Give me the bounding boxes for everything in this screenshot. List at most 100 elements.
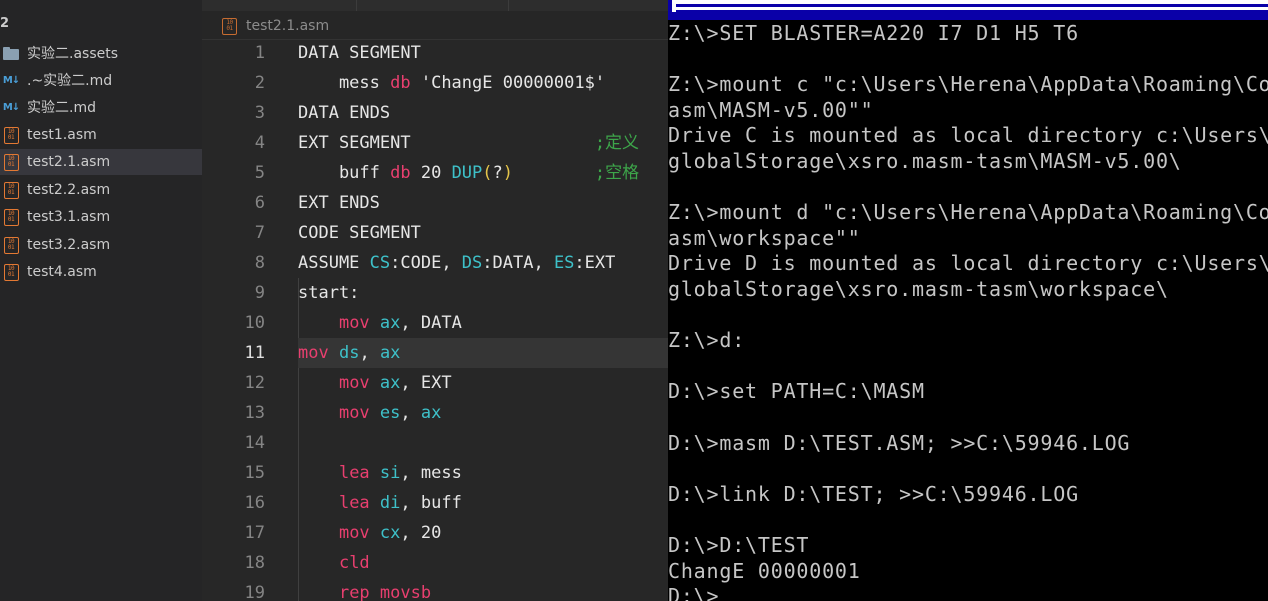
code-token: CODE SEGMENT <box>298 223 421 243</box>
code-token: , DATA <box>400 313 462 333</box>
sidebar-file-item[interactable]: 10 01 test4.asm <box>0 259 202 285</box>
dos-output-line: asm\workspace"" <box>668 225 861 250</box>
code-token: di <box>379 493 401 513</box>
sidebar-file-item[interactable]: 实验二.assets <box>0 40 202 66</box>
code-token: cx <box>379 523 401 543</box>
code-text: mov ax, DATA <box>298 308 462 338</box>
asm-file-icon-glyph: 10 01 <box>7 182 15 196</box>
sidebar-file-label: test3.2.asm <box>27 237 111 253</box>
line-number: 12 <box>244 373 265 393</box>
sidebar-file-label: test2.1.asm <box>27 154 111 170</box>
sidebar-file-item[interactable]: 10 01 test2.1.asm <box>0 149 202 175</box>
asm-file-icon: 10 01 <box>222 17 237 35</box>
code-token: , 20 <box>400 523 442 543</box>
code-line[interactable]: 2 mess db 'ChangE 00000001$' <box>202 68 668 98</box>
code-line[interactable]: 5 buff db 20 DUP(?) ;空格 <box>202 158 668 188</box>
line-number: 1 <box>254 43 265 63</box>
explorer-folder-header[interactable]: 2 <box>0 16 9 34</box>
code-line[interactable]: 6 EXT ENDS <box>202 188 668 218</box>
code-token: mov <box>298 343 329 363</box>
code-token: db <box>390 163 411 183</box>
sidebar-file-item[interactable]: 10 01 test3.1.asm <box>0 204 202 230</box>
dosbox-terminal[interactable]: Z:\>SET BLASTER=A220 I7 D1 H5 T6 Z:\>moun… <box>668 0 1268 601</box>
code-token: lea <box>338 493 370 513</box>
line-number: 7 <box>254 223 265 243</box>
sidebar-file-item[interactable]: 10 01 test1.asm <box>0 122 202 148</box>
code-line[interactable]: 14 <box>202 428 668 458</box>
code-token: :DATA, <box>482 253 554 273</box>
code-line[interactable]: 10 mov ax, DATA <box>202 308 668 338</box>
code-line[interactable]: 19 rep movsb <box>202 578 668 601</box>
asm-file-icon-shape: 10 01 <box>3 263 19 281</box>
code-line[interactable]: 9 start: <box>202 278 668 308</box>
code-line[interactable]: 3 DATA ENDS <box>202 98 668 128</box>
sidebar-file-item[interactable]: 10 01 test2.2.asm <box>0 177 202 203</box>
code-line[interactable]: 17 mov cx, 20 <box>202 518 668 548</box>
code-text: lea si, mess <box>298 458 462 488</box>
folder-icon-shape <box>3 46 19 60</box>
code-token: ;定义 <box>410 133 640 153</box>
code-text: mov ax, EXT <box>298 368 452 398</box>
asm-file-icon-shape: 10 01 <box>3 181 19 199</box>
line-number: 19 <box>244 583 265 601</box>
code-token: ) <box>502 163 514 183</box>
code-token: si <box>379 463 401 483</box>
code-line[interactable]: 4 EXT SEGMENT ;定义 <box>202 128 668 158</box>
code-token: ASSUME <box>298 253 370 273</box>
code-line[interactable]: 7 CODE SEGMENT <box>202 218 668 248</box>
code-token: ES <box>553 253 575 273</box>
title-bar-frame <box>672 0 676 12</box>
sidebar-file-label: 实验二.md <box>27 100 96 116</box>
code-token: start: <box>298 283 360 303</box>
asm-file-icon: 10 01 <box>2 181 20 199</box>
sidebar-file-item[interactable]: 10 01 test3.2.asm <box>0 232 202 258</box>
code-line[interactable]: 15 lea si, mess <box>202 458 668 488</box>
sidebar-file-label: test4.asm <box>27 264 97 280</box>
dos-output-line: Z:\>SET BLASTER=A220 I7 D1 H5 T6 <box>668 21 1079 45</box>
code-line[interactable]: 16 lea di, buff <box>202 488 668 518</box>
line-number: 4 <box>254 133 265 153</box>
code-editor: 10 01 test2.1.asm 1 DATA SEGMENT 2 mess db… <box>202 0 668 601</box>
asm-file-icon-shape: 10 01 <box>3 236 19 254</box>
code-token: , mess <box>400 463 462 483</box>
code-area[interactable]: 1 DATA SEGMENT 2 mess db 'ChangE 00000001$… <box>202 38 668 601</box>
breadcrumb-file[interactable]: 10 01 test2.1.asm <box>222 16 329 36</box>
sidebar-file-item[interactable]: M↓ .~实验二.md <box>0 67 202 93</box>
asm-file-icon-glyph: 10 01 <box>226 18 233 32</box>
code-token: EXT ENDS <box>298 193 380 213</box>
dos-output-line: Z:\>d: <box>668 328 746 353</box>
code-line[interactable]: 13 mov es, ax <box>202 398 668 428</box>
line-number: 15 <box>244 463 265 483</box>
asm-file-icon-shape: 10 01 <box>3 126 19 144</box>
code-token: ax <box>379 343 401 363</box>
title-bar-frame <box>672 0 1268 4</box>
code-text: EXT SEGMENT ;定义 <box>298 128 639 158</box>
code-token: mov <box>338 373 370 393</box>
sidebar-file-label: test3.1.asm <box>27 209 111 225</box>
code-line[interactable]: 8 ASSUME CS:CODE, DS:DATA, ES:EXT <box>202 248 668 278</box>
code-text: CODE SEGMENT <box>298 218 421 248</box>
code-token: ds <box>338 343 360 363</box>
code-text: DATA ENDS <box>298 98 390 128</box>
code-line-current[interactable]: 11 mov ds, ax <box>245 338 668 368</box>
sidebar-file-item[interactable]: M↓ 实验二.md <box>0 94 202 120</box>
code-token: DATA ENDS <box>298 103 391 123</box>
code-line[interactable]: 12 mov ax, EXT <box>202 368 668 398</box>
code-line[interactable]: 18 cld <box>202 548 668 578</box>
code-line[interactable]: 1 DATA SEGMENT <box>202 38 668 68</box>
code-token: 20 <box>410 163 452 183</box>
editor-tab-strip <box>202 0 668 11</box>
dos-output-line: ChangE 00000001 <box>668 558 861 583</box>
sidebar-file-label: test2.2.asm <box>27 182 111 198</box>
code-text: lea di, buff <box>298 488 462 518</box>
asm-file-icon: 10 01 <box>2 236 20 254</box>
